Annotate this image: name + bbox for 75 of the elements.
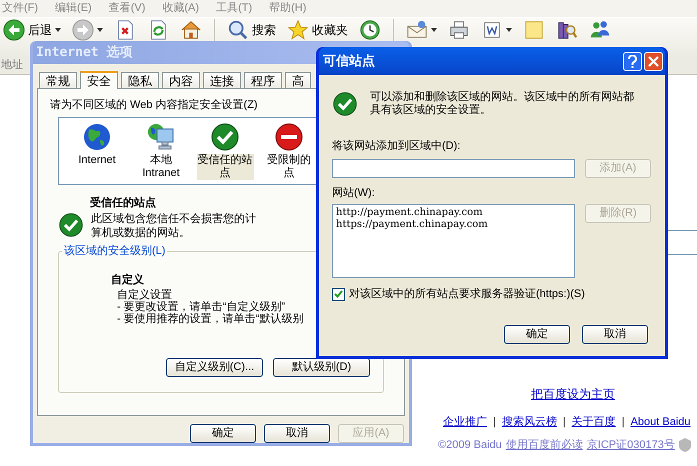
zones-prompt: 请为不同区域的 Web 内容指定安全设置(Z)	[50, 98, 258, 113]
caret-icon	[431, 28, 437, 32]
caret-icon	[97, 28, 103, 32]
search-icon	[227, 19, 249, 41]
footer-link[interactable]: 京ICP证030173号	[586, 437, 675, 454]
ok-button[interactable]: 确定	[190, 424, 256, 443]
zone-item[interactable]: 本地 Intranet	[141, 154, 181, 180]
footer-link[interactable]: 关于百度	[572, 414, 616, 430]
forward-button[interactable]	[71, 19, 104, 41]
check-icon	[210, 122, 240, 152]
help-button[interactable]	[623, 52, 642, 70]
default-level-button[interactable]: 默认级别(D)	[273, 358, 370, 377]
add-site-label: 将该网站添加到区域中(D):	[332, 138, 460, 154]
site-entry[interactable]: http://payment.chinapay.com	[336, 207, 571, 219]
no-entry-icon	[274, 122, 304, 152]
footer-link[interactable]: About Baidu	[630, 414, 691, 430]
check-icon	[58, 212, 84, 238]
level-name: 自定义	[111, 272, 144, 288]
footer-link[interactable]: 企业推广	[443, 414, 487, 430]
zone-item[interactable]: Internet	[77, 154, 117, 166]
address-label: 地址	[1, 58, 23, 73]
caret-icon	[55, 28, 61, 32]
envelope-icon	[406, 19, 428, 41]
separator: |	[622, 415, 625, 430]
close-button[interactable]	[644, 52, 663, 70]
zone-title: 受信任的站点	[90, 196, 156, 210]
books-icon	[556, 19, 578, 41]
tab[interactable]: 连接	[203, 72, 241, 88]
footer-link[interactable]: 使用百度前必读	[506, 437, 583, 454]
tab[interactable]: 内容	[162, 72, 200, 88]
level-description: 自定义设置 - 要更改设置，请单击“自定义级别” - 要使用推荐的设置，请单击“默认级别	[117, 289, 304, 325]
cancel-button[interactable]: 取消	[582, 324, 648, 344]
group-label: 该区域的安全级别(L)	[63, 244, 166, 259]
footer-link[interactable]: 搜索风云榜	[502, 414, 557, 430]
cancel-button[interactable]: 取消	[264, 424, 330, 443]
zone-item[interactable]: 受信任的站 点	[196, 154, 254, 180]
caret-icon	[506, 28, 512, 32]
history-button[interactable]	[358, 19, 382, 41]
tab[interactable]: 隐私	[121, 72, 159, 88]
set-homepage-link[interactable]: 把百度设为主页	[531, 385, 615, 403]
separator: |	[562, 415, 566, 430]
window-title: Internet 选项	[36, 44, 132, 62]
sites-label: 网站(W):	[332, 186, 375, 200]
search-button[interactable]: 搜索	[226, 19, 277, 41]
home-icon	[180, 19, 202, 41]
tab[interactable]: 程序	[244, 72, 282, 88]
ok-button[interactable]: 确定	[504, 324, 570, 344]
tab[interactable]: 高	[285, 72, 311, 88]
badge-icon	[678, 438, 691, 452]
tab[interactable]: 安全	[80, 71, 118, 89]
back-button[interactable]: 后退	[2, 19, 62, 41]
dialog-message: 可以添加和删除该区域的网站。该区域中的所有网站都具有该区域的安全设置。	[370, 91, 635, 117]
zone-item[interactable]: 受限制的 点	[266, 154, 312, 180]
home-button[interactable]	[179, 19, 203, 41]
checkbox[interactable]	[332, 288, 345, 301]
site-entry[interactable]: https://payment.chinapay.com	[336, 219, 571, 231]
globe-icon	[82, 122, 112, 152]
window-title: 可信站点	[323, 52, 375, 70]
favorites-button[interactable]: 收藏夹	[286, 19, 349, 41]
check-icon	[332, 91, 358, 117]
sites-list[interactable]: http://payment.chinapay.com https://payment.chinapay.com	[332, 204, 575, 278]
tab[interactable]: 常规	[39, 72, 77, 88]
computer-icon	[146, 122, 176, 152]
close-icon	[648, 56, 659, 66]
mail-button[interactable]	[405, 19, 438, 41]
checkmark-icon	[334, 290, 343, 298]
question-icon	[628, 54, 637, 68]
checkbox-label: 对该区域中的所有站点要求服务器验证(https:)(S)	[349, 286, 585, 302]
custom-level-button[interactable]: 自定义级别(C)...	[166, 358, 263, 377]
star-icon	[287, 19, 309, 41]
separator: |	[493, 415, 496, 430]
copyright-text: ©2009 Baidu	[438, 438, 502, 453]
zone-description: 此区域包含您信任不会损害您的计 算机或数据的网站。	[91, 212, 256, 240]
note-icon	[523, 19, 545, 41]
add-site-field[interactable]	[332, 158, 575, 178]
